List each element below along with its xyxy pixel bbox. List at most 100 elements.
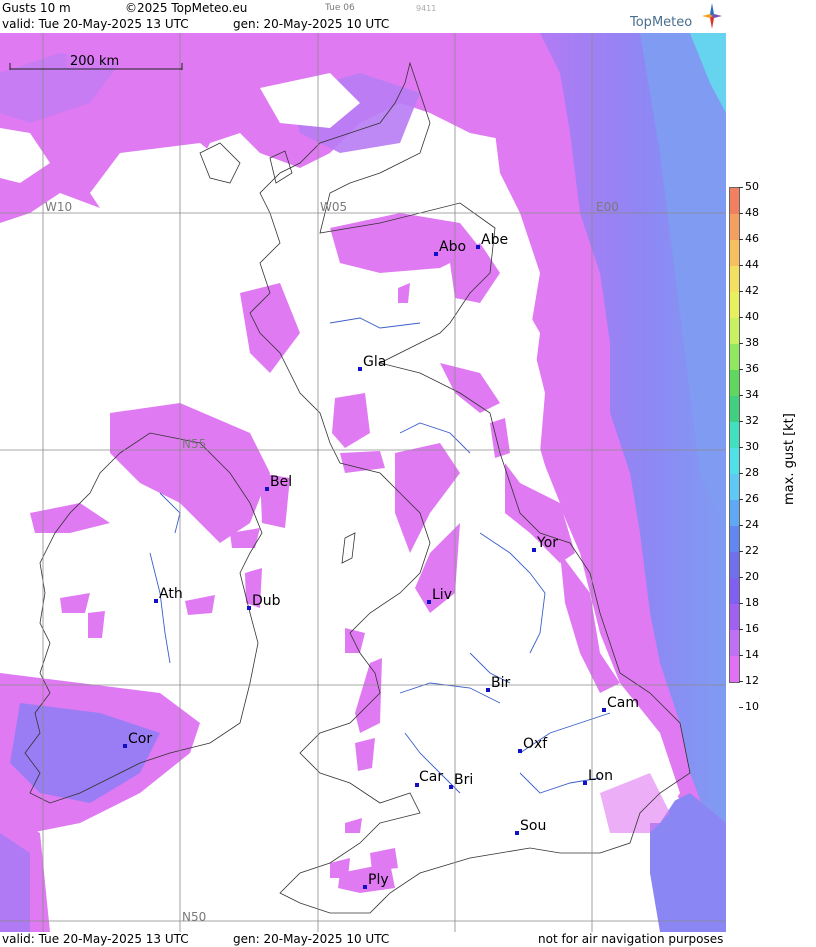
legend-color-block (730, 630, 739, 656)
legend-tick-label: 18 (745, 596, 759, 609)
run-code: 9411 (416, 4, 437, 13)
city-label-abe: Abe (481, 232, 508, 248)
legend-color-block (730, 552, 739, 578)
city-label-cor: Cor (128, 731, 152, 747)
legend-tick-label: 32 (745, 414, 759, 427)
legend-tick-label: 22 (745, 544, 759, 557)
footer-bar: valid: Tue 20-May-2025 13 UTC gen: 20-Ma… (0, 932, 726, 947)
legend-tick-mark (739, 603, 743, 604)
city-marker-yor[interactable] (532, 548, 536, 552)
legend-tick-label: 34 (745, 388, 759, 401)
city-label-ply: Ply (368, 872, 389, 888)
legend-color-block (730, 578, 739, 604)
copyright-text: ©2025 TopMeteo.eu (125, 1, 248, 15)
legend-tick-mark (739, 317, 743, 318)
legend-tick-label: 24 (745, 518, 759, 531)
legend-tick-label: 40 (745, 310, 759, 323)
legend-tick-label: 48 (745, 206, 759, 219)
city-marker-dub[interactable] (247, 606, 251, 610)
city-marker-cam[interactable] (602, 708, 606, 712)
legend-color-block (730, 214, 739, 240)
city-label-dub: Dub (252, 593, 281, 609)
footer-disclaimer: not for air navigation purposes (538, 932, 724, 946)
legend-tick-mark (739, 551, 743, 552)
valid-time: valid: Tue 20-May-2025 13 UTC (2, 17, 189, 31)
legend-tick-mark (739, 369, 743, 370)
legend-tick-label: 20 (745, 570, 759, 583)
grid-label-e00: E00 (596, 200, 619, 214)
legend-color-block (730, 266, 739, 292)
legend-color-block (730, 318, 739, 344)
legend-tick-label: 26 (745, 492, 759, 505)
grid-label-n55: N55 (182, 437, 206, 451)
legend-tick-mark (739, 681, 743, 682)
legend-tick-mark (739, 395, 743, 396)
legend-tick-mark (739, 525, 743, 526)
legend-tick-label: 14 (745, 648, 759, 661)
legend-tick-mark (739, 707, 743, 708)
city-marker-cor[interactable] (123, 744, 127, 748)
legend-tick-mark (739, 187, 743, 188)
city-label-bel: Bel (270, 474, 292, 490)
legend-tick-label: 28 (745, 466, 759, 479)
legend-color-block (730, 240, 739, 266)
city-label-yor: Yor (536, 535, 558, 551)
brand-name: TopMeteo (630, 15, 693, 30)
legend-tick-mark (739, 343, 743, 344)
legend-tick-label: 44 (745, 258, 759, 271)
city-marker-sou[interactable] (515, 831, 519, 835)
legend-tick-label: 16 (745, 622, 759, 635)
city-marker-liv[interactable] (427, 600, 431, 604)
grid-label-n50: N50 (182, 910, 206, 924)
city-label-liv: Liv (432, 587, 452, 603)
city-marker-oxf[interactable] (518, 749, 522, 753)
legend-tick-label: 42 (745, 284, 759, 297)
legend-tick-mark (739, 213, 743, 214)
color-legend: 50 48 46 44 42 40 38 36 34 32 30 28 26 24 22 20 18 16 14 12… (726, 0, 816, 947)
legend-tick-label: 38 (745, 336, 759, 349)
legend-color-block (730, 526, 739, 552)
legend-color-block (730, 292, 739, 318)
legend-tick-mark (739, 577, 743, 578)
city-marker-ath[interactable] (154, 599, 158, 603)
city-marker-bri[interactable] (449, 785, 453, 789)
city-label-oxf: Oxf (523, 736, 548, 752)
legend-tick-mark (739, 265, 743, 266)
legend-tick-mark (739, 629, 743, 630)
legend-color-block (730, 370, 739, 396)
legend-tick-label: 30 (745, 440, 759, 453)
legend-color-block (730, 344, 739, 370)
legend-color-block (730, 474, 739, 500)
city-marker-abo[interactable] (434, 252, 438, 256)
legend-color-block (730, 396, 739, 422)
legend-tick-label: 50 (745, 180, 759, 193)
city-label-cam: Cam (607, 695, 639, 711)
legend-color-block (730, 500, 739, 526)
topmeteo-logo[interactable]: TopMeteo (630, 3, 726, 33)
city-label-ath: Ath (159, 586, 183, 602)
header-bar: Gusts 10 m ©2025 TopMeteo.eu Tue 06 9411… (0, 0, 726, 33)
city-marker-gla[interactable] (358, 367, 362, 371)
city-label-gla: Gla (363, 354, 386, 370)
legend-tick-mark (739, 447, 743, 448)
city-marker-bel[interactable] (265, 487, 269, 491)
map-title: Gusts 10 m (2, 1, 71, 15)
city-label-lon: Lon (588, 768, 613, 784)
legend-tick-mark (739, 291, 743, 292)
city-marker-lon[interactable] (583, 781, 587, 785)
footer-generated-time: gen: 20-May-2025 10 UTC (233, 932, 390, 946)
city-label-sou: Sou (520, 818, 546, 834)
legend-tick-label: 36 (745, 362, 759, 375)
legend-color-block (730, 656, 739, 682)
gust-map[interactable]: W10 W05 E00 N55 N50 200 km Abo Abe Gla B… (0, 33, 726, 932)
city-marker-abe[interactable] (476, 245, 480, 249)
city-label-abo: Abo (439, 239, 466, 255)
city-marker-bir[interactable] (486, 688, 490, 692)
city-label-car: Car (419, 769, 443, 785)
legend-title: max. gust [kt] (782, 413, 797, 505)
city-marker-ply[interactable] (363, 885, 367, 889)
legend-tick-mark (739, 655, 743, 656)
grid-label-w05: W05 (320, 200, 347, 214)
city-label-bir: Bir (491, 675, 510, 691)
footer-valid-time: valid: Tue 20-May-2025 13 UTC (2, 932, 189, 946)
